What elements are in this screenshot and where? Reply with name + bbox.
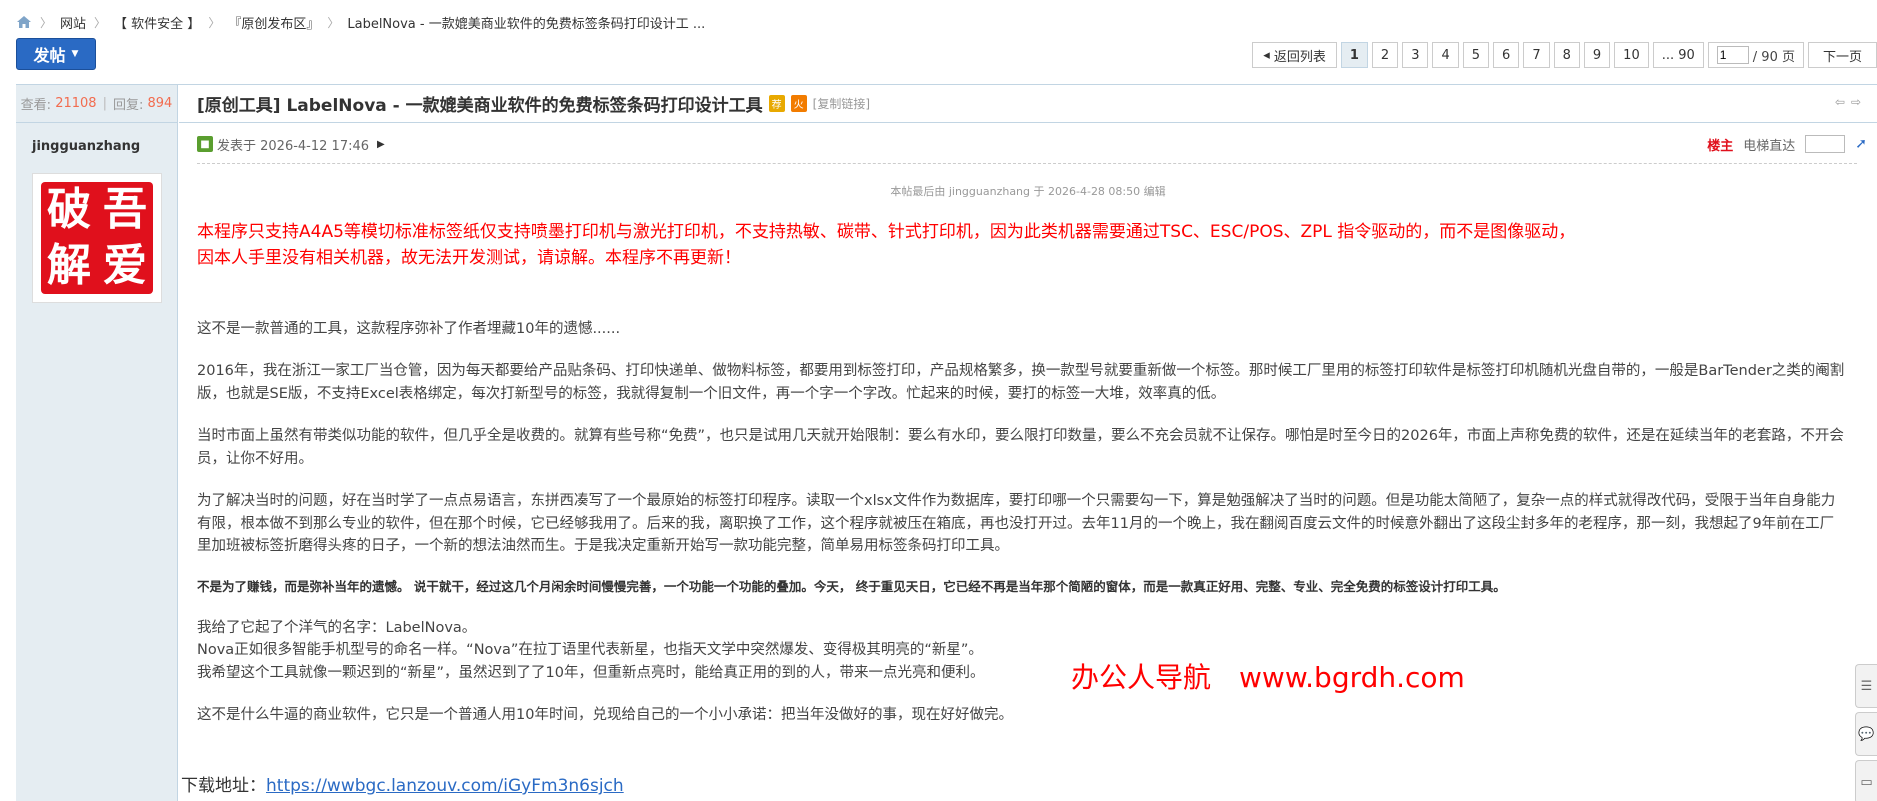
paragraph-7: 这不是什么牛逼的商业软件，它只是一个普通人用10年时间，兑现给自己的一个小小承诺… (197, 707, 1013, 724)
next-page-button[interactable]: 下一页 (1807, 42, 1877, 68)
author-sidebar: 查看: 21108 | 回复: 894 jingguanzhang 破 吾 解 … (16, 85, 178, 801)
menu-icon[interactable]: ☰ (1855, 664, 1877, 708)
post-container: 查看: 21108 | 回复: 894 jingguanzhang 破 吾 解 … (16, 84, 1877, 801)
page-1-button[interactable]: 1 (1340, 42, 1368, 68)
breadcrumb-item-thread[interactable]: LabelNova - 一款媲美商业软件的免费标签条码打印设计工 ... (347, 13, 705, 32)
post-meta: ■ 发表于 2026-4-12 17:46 ▶ 楼主 电梯直达 ➚ (197, 133, 1877, 155)
paragraph-2: 2016年，我在浙江一家工厂当仓管，因为每天都要给产品贴条码、打印快递单、做物料… (197, 363, 1845, 402)
thread-title-row: [原创工具] LabelNova - 一款媲美商业软件的免费标签条码打印设计工具… (179, 85, 1877, 123)
back-to-list-label: 返回列表 (1273, 49, 1326, 65)
page-last-button[interactable]: ... 90 (1652, 42, 1704, 68)
watermark-name: 办公人导航 (1071, 661, 1212, 694)
avatar-char: 解 (47, 240, 91, 291)
paragraph-3: 当时市面上虽然有带类似功能的软件，但几乎全是收费的。就算有些号称“免费”，也只是… (197, 428, 1844, 467)
breadcrumb: 〉 网站 〉 【 软件安全 】 〉 『原创发布区』 〉 LabelNova - … (16, 12, 705, 32)
avatar-char: 吾 (103, 184, 147, 235)
new-post-button[interactable]: 发帖 ▼ (16, 38, 96, 70)
avatar[interactable]: 破 吾 解 爱 (32, 173, 162, 303)
paragraph-6b: Nova正如很多智能手机型号的命名一样。“Nova”在拉丁语里代表新星，也指天文… (197, 642, 983, 659)
comment-icon[interactable]: 💬 (1855, 712, 1877, 756)
page-2-button[interactable]: 2 (1371, 42, 1399, 68)
caret-right-icon[interactable]: ▶ (377, 139, 385, 150)
page-10-button[interactable]: 10 (1614, 42, 1649, 68)
avatar-seal: 破 吾 解 爱 (41, 182, 153, 294)
page-4-button[interactable]: 4 (1432, 42, 1459, 68)
stats-divider: | (102, 96, 107, 111)
breadcrumb-item-site[interactable]: 网站 (60, 13, 86, 32)
page-7-button[interactable]: 7 (1523, 42, 1550, 68)
back-to-list-button[interactable]: ◂ 返回列表 (1252, 42, 1337, 68)
prev-thread-icon[interactable]: ⇦ (1835, 95, 1851, 109)
breadcrumb-item-board[interactable]: 『原创发布区』 (228, 13, 319, 32)
thread-title: [原创工具] LabelNova - 一款媲美商业软件的免费标签条码打印设计工具 (197, 96, 763, 116)
download-line: 下载地址：https://wwbgc.lanzouv.com/iGyFm3n6s… (181, 771, 624, 796)
breadcrumb-separator: 〉 (40, 15, 53, 30)
page-9-button[interactable]: 9 (1583, 42, 1611, 68)
replies-label: 回复: (112, 98, 144, 113)
edited-note: 本帖最后由 jingguanzhang 于 2026-4-28 08:50 编辑 (890, 185, 1166, 198)
side-toolbar: ☰ 💬 ▭ (1855, 664, 1877, 801)
page-jump-input[interactable] (1716, 46, 1749, 64)
chevron-down-icon[interactable]: ▼ (72, 49, 79, 59)
page-jump: / 90 页 (1707, 42, 1804, 68)
post-body: 本程序只支持A4A5等模切标准标签纸仅支持喷墨打印机与激光打印机，不支持热敏、碳… (197, 219, 1847, 727)
notice-line-2: 因本人手里没有相关机器，故无法开发测试，请谅解。本程序不再更新！ (197, 248, 741, 269)
paragraph-4: 为了解决当时的问题，好在当时学了一点点易语言，东拼西凑写了一个最原始的标签打印程… (197, 493, 1836, 554)
elevator-label: 电梯直达 (1743, 138, 1796, 154)
post-content: [原创工具] LabelNova - 一款媲美商业软件的免费标签条码打印设计工具… (179, 85, 1877, 801)
paragraph-6c: 我希望这个工具就像一颗迟到的“新星”，虽然迟到了了10年，但重新点亮时，能给真正… (197, 664, 985, 681)
next-thread-icon[interactable]: ⇨ (1851, 95, 1867, 109)
divider (197, 163, 1857, 164)
replies-count: 894 (147, 96, 173, 111)
author-name[interactable]: jingguanzhang (32, 139, 177, 154)
pagination: ◂ 返回列表 1 2 3 4 5 6 7 8 9 10 ... 90 / 90 … (1252, 42, 1877, 68)
breadcrumb-separator: 〉 (327, 15, 340, 30)
elevator-input[interactable] (1805, 135, 1846, 153)
page-5-button[interactable]: 5 (1462, 42, 1490, 68)
page-6-button[interactable]: 6 (1493, 42, 1520, 68)
paragraph-1: 这不是一款普通的工具，这款程序弥补了作者埋藏10年的遗憾...... (197, 320, 621, 337)
page-3-button[interactable]: 3 (1402, 42, 1429, 68)
post-time: 发表于 2026-4-12 17:46 (217, 138, 370, 154)
download-label: 下载地址： (181, 776, 266, 796)
breadcrumb-item-forum[interactable]: 【 软件安全 】 (114, 13, 200, 32)
new-post-label: 发帖 (33, 46, 66, 65)
copy-link-button[interactable]: [复制链接] (813, 95, 870, 112)
page-total-label: / 90 页 (1752, 49, 1795, 65)
views-count: 21108 (55, 96, 97, 111)
hot-badge-icon: 火 (790, 95, 807, 112)
avatar-char: 爱 (103, 240, 147, 291)
notice-line-1: 本程序只支持A4A5等模切标准标签纸仅支持喷墨打印机与激光打印机，不支持热敏、碳… (197, 222, 1576, 242)
paragraph-5: 不是为了赚钱，而是弥补当年的遗憾。 说干就干，经过这几个月闲余时间慢慢完善，一个… (197, 579, 1506, 595)
breadcrumb-separator: 〉 (208, 15, 221, 30)
elevator-go-icon[interactable]: ➚ (1855, 136, 1867, 152)
paragraph-6a: 我给了它起了个洋气的名字：LabelNova。 (197, 619, 477, 636)
breadcrumb-separator: 〉 (94, 15, 107, 30)
online-status-icon: ■ (197, 136, 213, 152)
op-badge: 楼主 (1707, 138, 1734, 154)
side-tool-icon[interactable]: ▭ (1855, 760, 1877, 801)
thread-nav-arrows: ⇦⇨ (1835, 95, 1867, 109)
reward-badge-icon: 荐 (768, 95, 785, 112)
views-label: 查看: (20, 98, 52, 113)
chevron-left-icon: ◂ (1263, 47, 1270, 63)
avatar-char: 破 (47, 184, 91, 235)
watermark: 办公人导航 www.bgrdh.com (1071, 656, 1465, 696)
page-8-button[interactable]: 8 (1553, 42, 1580, 68)
home-icon[interactable] (16, 15, 32, 29)
thread-stats: 查看: 21108 | 回复: 894 (16, 85, 177, 123)
post-meta-right: 楼主 电梯直达 ➚ (1707, 133, 1867, 155)
download-link[interactable]: https://wwbgc.lanzouv.com/iGyFm3n6sjch (266, 776, 624, 796)
watermark-site: www.bgrdh.com (1239, 661, 1465, 694)
